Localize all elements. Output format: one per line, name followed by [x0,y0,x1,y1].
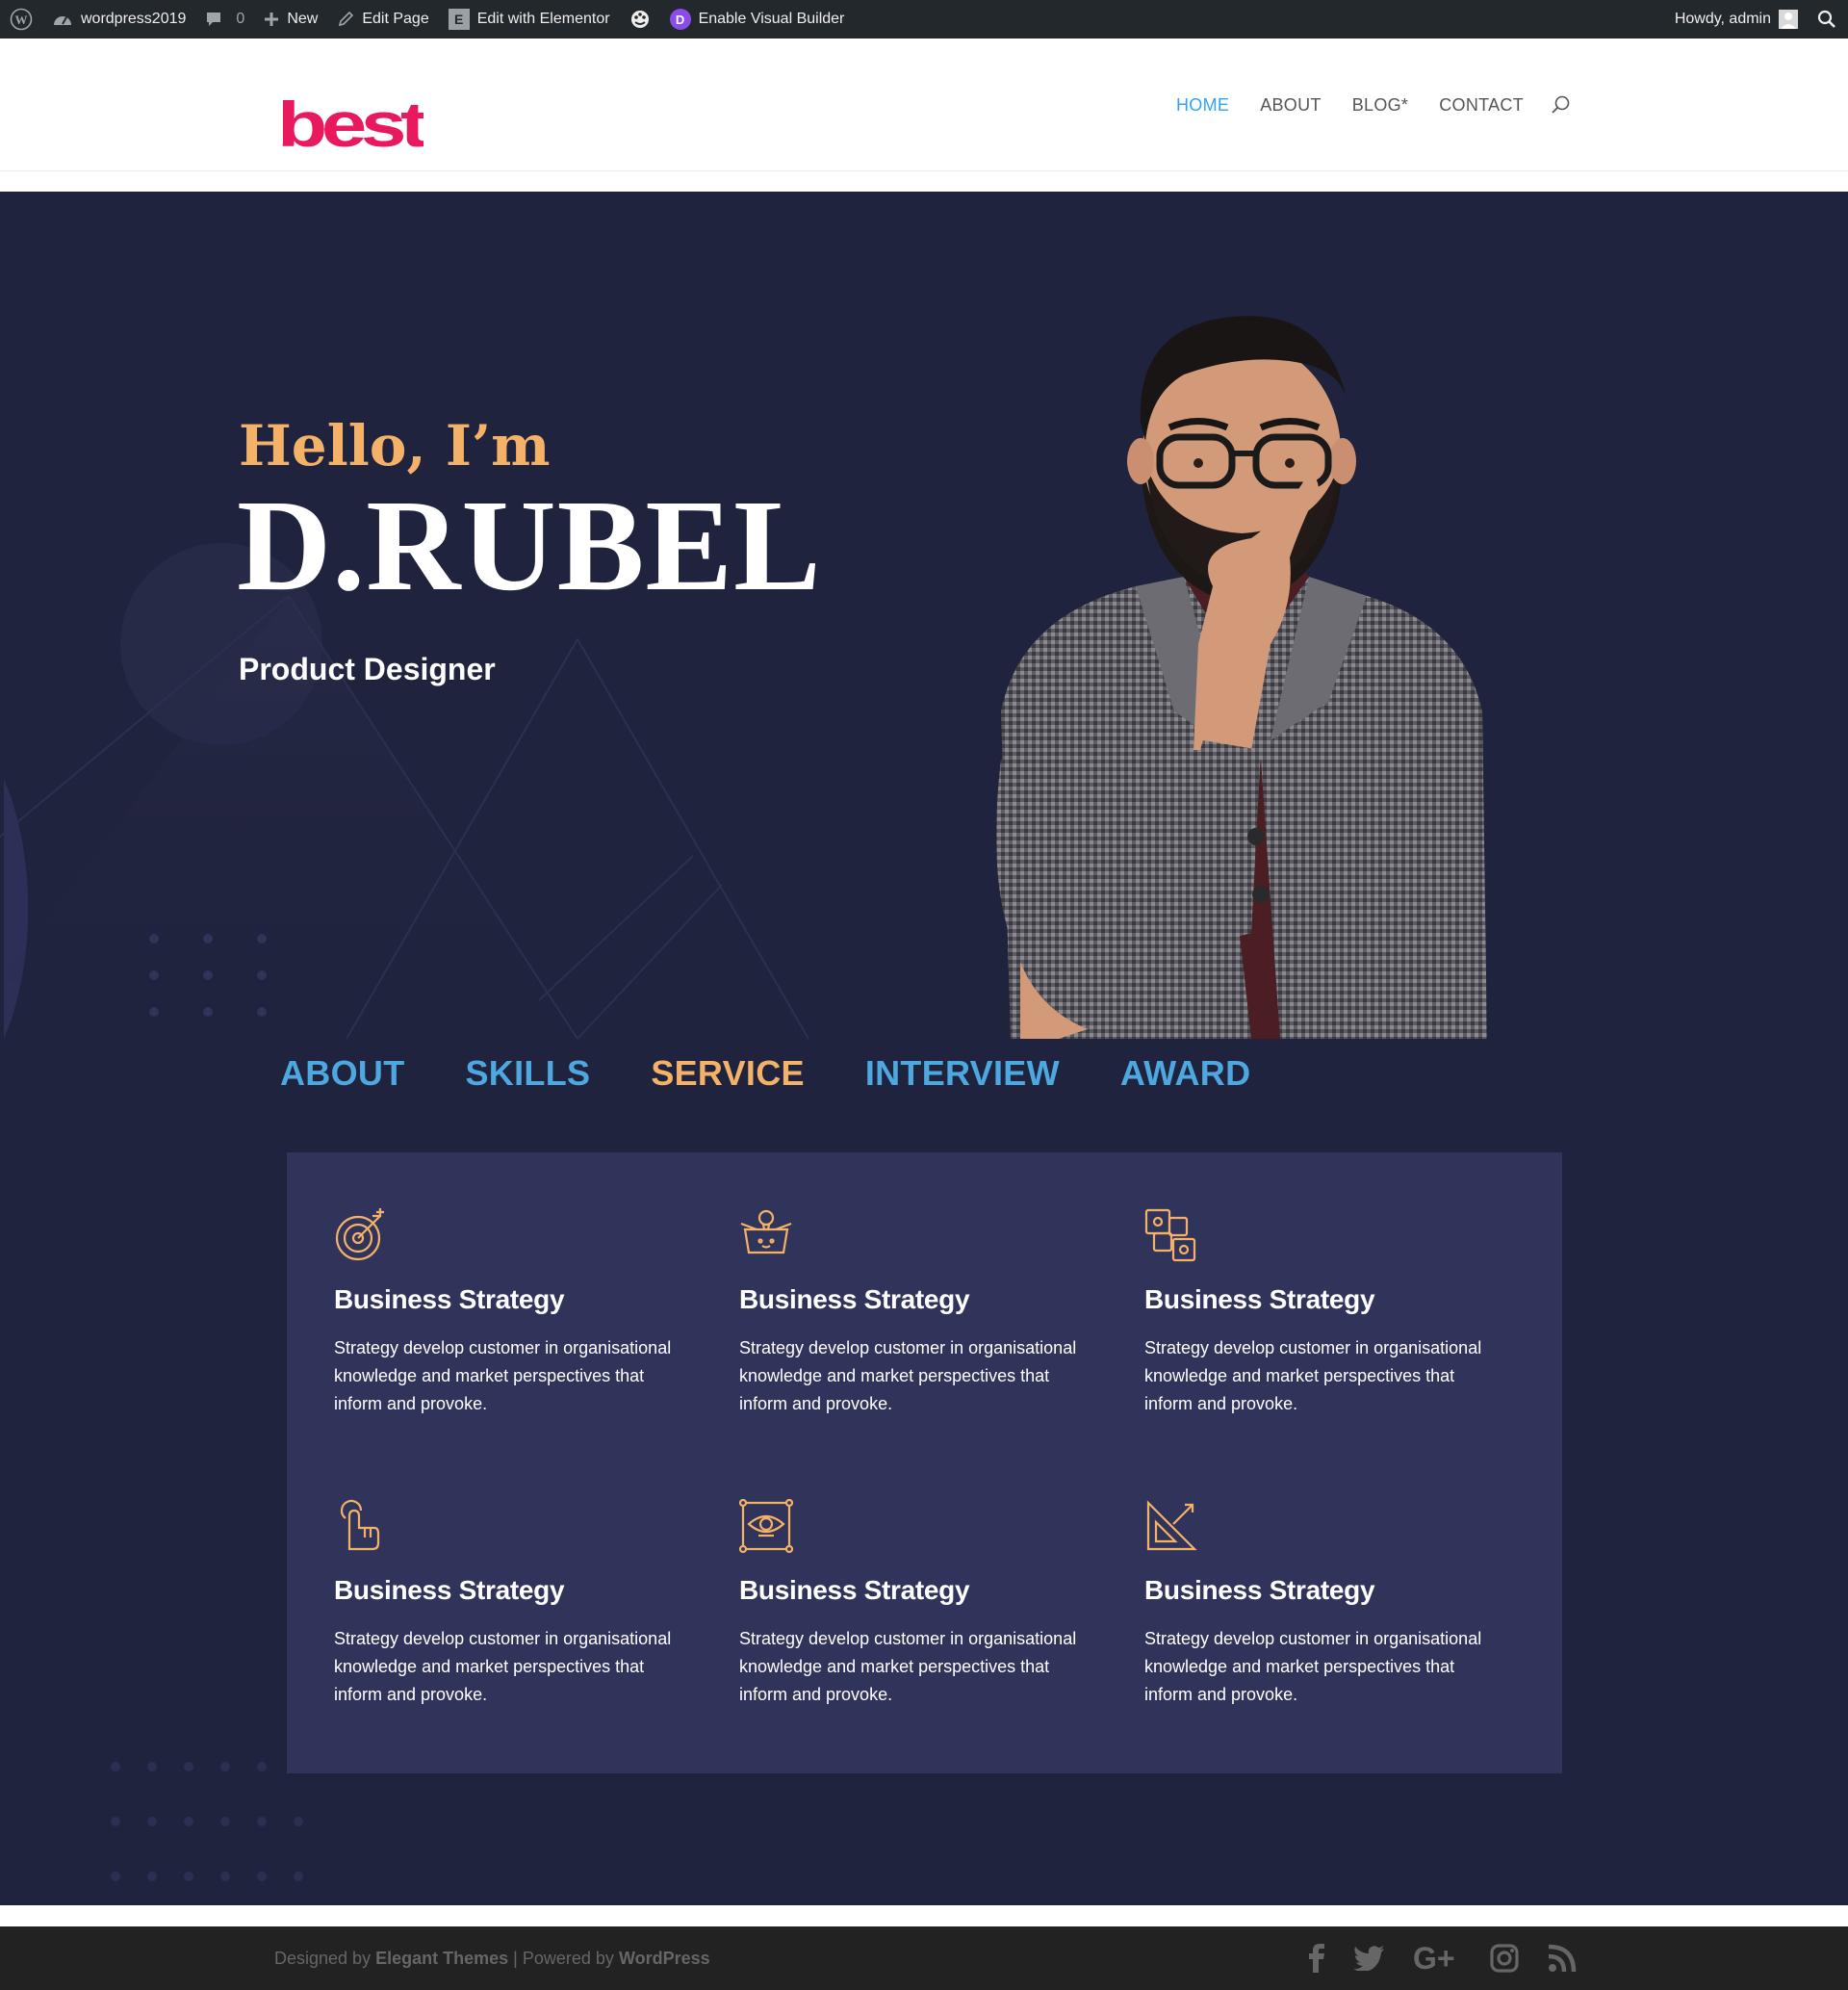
tab-about[interactable]: ABOUT [280,1053,405,1094]
designed-by-label: Designed by [274,1948,372,1968]
dashboard-icon [52,11,73,28]
instagram-icon [1490,1944,1519,1973]
service-item: Business Strategy Strategy develop custo… [738,1498,1086,1709]
service-description: Strategy develop customer in organisatio… [334,1338,672,1413]
site-footer: Designed by Elegant Themes | Powered by … [0,1926,1848,1990]
service-description: Strategy develop customer in organisatio… [1144,1338,1482,1413]
platform-link[interactable]: WordPress [619,1949,710,1969]
edit-page-link[interactable]: Edit Page [327,0,438,39]
service-description: Strategy develop customer in organisatio… [739,1629,1077,1704]
tab-skills[interactable]: SKILLS [466,1053,591,1094]
wp-admin-bar: W wordpress2019 0 New Edit Page E Edit w… [0,0,1848,39]
rss-link[interactable] [1548,1944,1577,1973]
vision-icon [738,1498,794,1554]
svg-text:best: best [277,96,424,154]
instagram-link[interactable] [1490,1944,1519,1973]
credit-separator: | [513,1948,518,1968]
social-links: G+ [1280,1926,1577,1990]
new-label: New [287,11,319,27]
tab-award[interactable]: AWARD [1120,1053,1251,1094]
plus-icon [264,12,279,27]
divi-icon: D [669,9,691,30]
pencil-icon [337,11,354,28]
comments-link[interactable]: 0 [195,0,254,39]
elementor-label: Edit with Elementor [476,11,610,27]
section-tabs: ABOUT SKILLS SERVICE INTERVIEW AWARD [280,1053,1311,1094]
touch-icon [340,1499,380,1551]
header-search-button[interactable] [1551,94,1572,116]
avatar [1779,10,1798,29]
service-item: Business Strategy Strategy develop custo… [334,1208,680,1418]
service-title: Business Strategy [334,1575,565,1605]
wordpress-logo-button[interactable]: W [0,0,42,39]
best-logo: best [277,89,432,160]
site-logo[interactable]: best [277,89,432,160]
site-name-link[interactable]: wordpress2019 [42,0,195,39]
powered-by-label: Powered by [522,1948,614,1968]
site-header: best HOME ABOUT BLOG* CONTACT [0,39,1848,171]
service-item: Business Strategy Strategy develop custo… [334,1499,680,1709]
hero-greeting: Hello, I’m [239,413,551,478]
rss-icon [1548,1944,1577,1973]
howdy-label: Howdy, admin [1674,11,1771,27]
target-icon [335,1208,384,1261]
main-nav: HOME ABOUT BLOG* CONTACT [1145,39,1848,171]
search-icon [1817,10,1835,28]
google-plus-icon: G+ [1413,1944,1455,1973]
tab-service[interactable]: SERVICE [651,1053,805,1094]
site-name-label: wordpress2019 [81,11,187,27]
svg-text:G+: G+ [1413,1944,1455,1973]
service-item: Business Strategy Strategy develop custo… [1144,1208,1491,1418]
adminbar-search-button[interactable] [1808,0,1848,39]
design-tools-icon [1146,1500,1197,1551]
facebook-link[interactable] [1309,1944,1324,1973]
svg-text:W: W [15,13,28,27]
palette-icon [630,11,649,28]
service-description: Strategy develop customer in organisatio… [739,1338,1077,1413]
facebook-icon [1309,1944,1324,1973]
new-content-link[interactable]: New [254,0,327,39]
comment-icon [205,11,222,28]
search-icon [1552,95,1570,114]
service-title: Business Strategy [334,1284,565,1314]
hero-name: D.RUBEL [237,474,822,618]
service-description: Strategy develop customer in organisatio… [334,1629,672,1704]
footer-credit: Designed by Elegant Themes | Powered by … [274,1926,710,1990]
portrait-image [996,316,1487,1039]
service-title: Business Strategy [739,1284,970,1314]
service-description: Strategy develop customer in organisatio… [1144,1629,1482,1704]
edit-elementor-link[interactable]: E Edit with Elementor [439,0,620,39]
elementor-icon: E [448,9,470,30]
puzzle-icon [1144,1208,1196,1262]
services-panel: Business Strategy Strategy develop custo… [287,1152,1562,1773]
nav-contact[interactable]: CONTACT [1439,95,1524,116]
service-title: Business Strategy [739,1575,970,1605]
service-title: Business Strategy [1144,1284,1375,1314]
twitter-icon [1353,1946,1384,1971]
idea-box-icon [740,1209,792,1254]
tab-interview[interactable]: INTERVIEW [865,1053,1060,1094]
hero-section: Hello, I’m D.RUBEL Product Designer ABOU… [0,192,1848,1905]
nav-home[interactable]: HOME [1176,95,1229,116]
comments-count: 0 [236,11,245,27]
service-item: Business Strategy Strategy develop custo… [739,1208,1086,1418]
designer-link[interactable]: Elegant Themes [375,1949,508,1969]
customize-link[interactable] [620,0,660,39]
visual-builder-label: Enable Visual Builder [698,11,845,27]
nav-blog[interactable]: BLOG* [1352,95,1409,116]
wordpress-icon: W [10,8,33,31]
nav-about[interactable]: ABOUT [1260,95,1322,116]
google-plus-link[interactable]: G+ [1413,1944,1461,1973]
twitter-link[interactable] [1353,1946,1384,1971]
edit-page-label: Edit Page [362,11,429,27]
hero-role: Product Designer [239,652,496,686]
service-title: Business Strategy [1144,1575,1375,1605]
service-item: Business Strategy Strategy develop custo… [1144,1499,1491,1709]
visual-builder-link[interactable]: D Enable Visual Builder [660,0,855,39]
my-account-link[interactable]: Howdy, admin [1665,0,1808,39]
